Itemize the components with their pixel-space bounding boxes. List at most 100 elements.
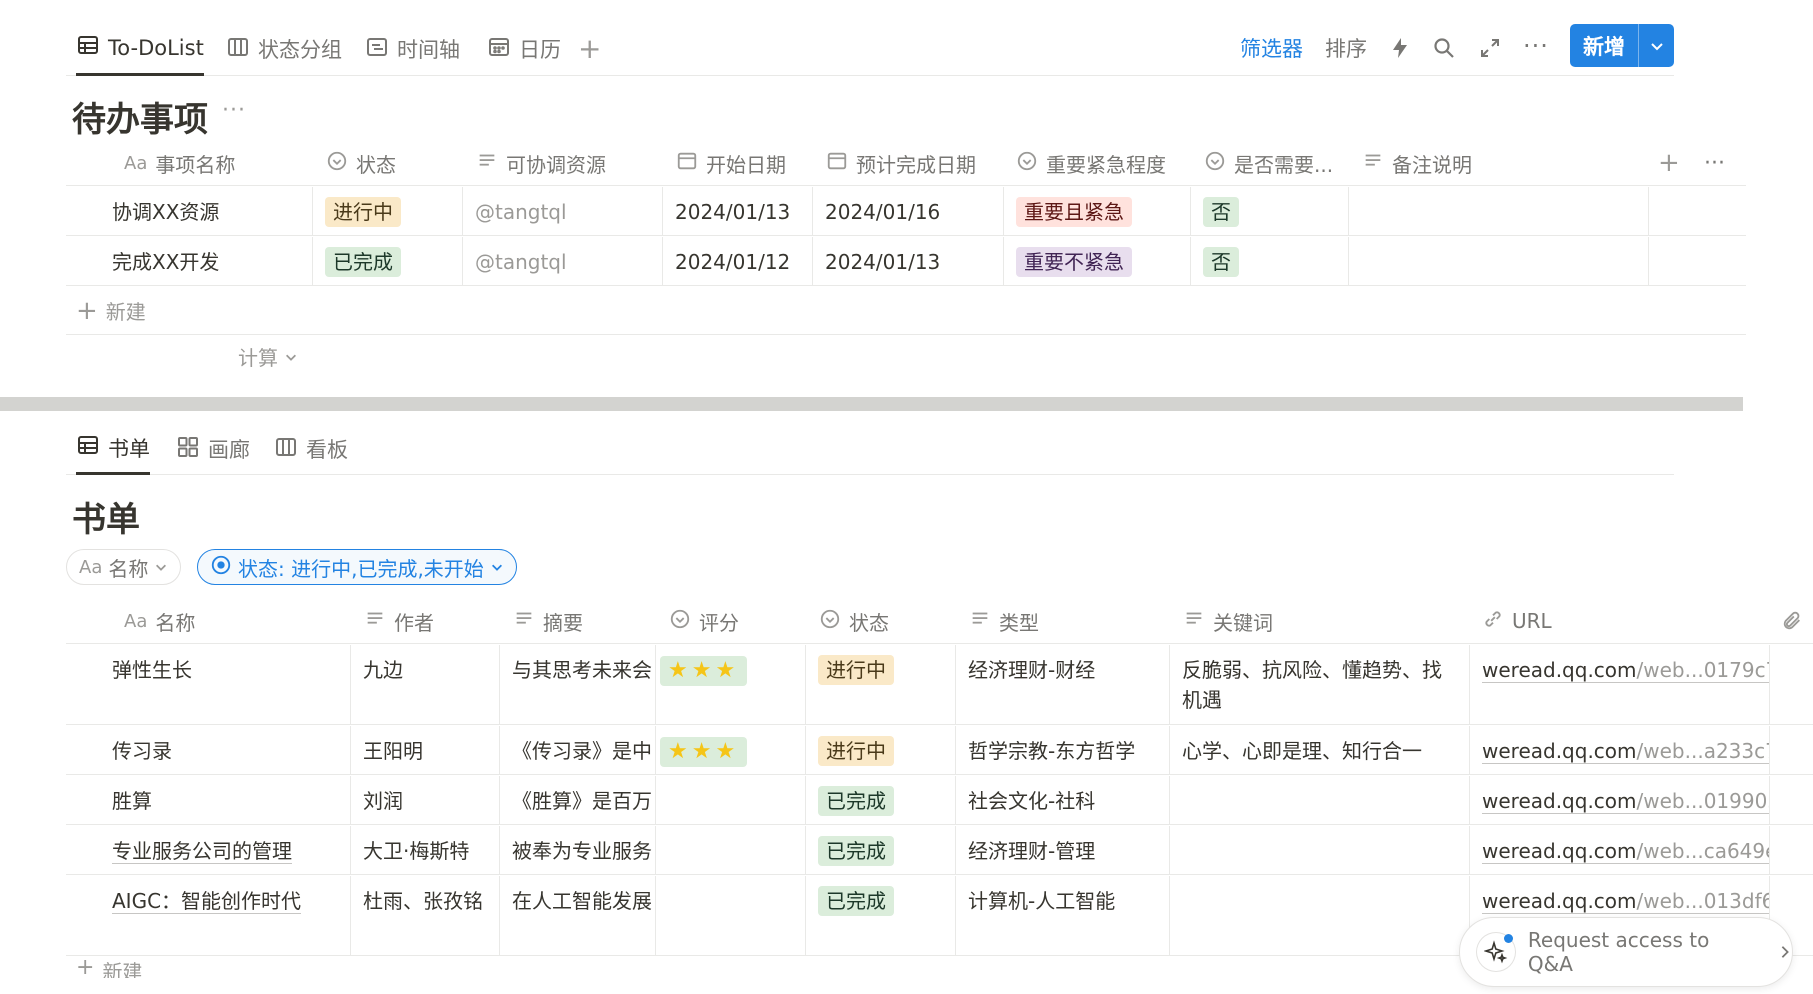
col-header-status[interactable]: 状态 xyxy=(819,598,959,644)
cell-start-date[interactable]: 2024/01/12 xyxy=(663,237,813,285)
cell-summary[interactable]: 与其思考未来会 xyxy=(500,645,656,724)
cell-type[interactable]: 社会文化-社科 xyxy=(956,776,1170,824)
cell-note[interactable] xyxy=(1349,237,1649,285)
cell-url[interactable]: weread.qq.com/web...a233c7 xyxy=(1470,726,1770,774)
table-row[interactable]: 传习录 王阳明 《传习录》是中 ★★★ 进行中 哲学宗教-东方哲学 心学、心即是… xyxy=(66,726,1813,775)
tab-calendar[interactable]: 日历 xyxy=(487,22,561,76)
tab-todolist[interactable]: To-DoList xyxy=(76,22,204,76)
col-header-type[interactable]: 类型 xyxy=(969,598,1169,644)
cell-type[interactable]: 经济理财-财经 xyxy=(956,645,1170,724)
filter-chip-status[interactable]: 状态: 进行中,已完成,未开始 xyxy=(197,549,517,585)
cell-keywords[interactable] xyxy=(1170,776,1470,824)
attachment-icon[interactable] xyxy=(1781,598,1811,644)
url-link[interactable]: weread.qq.com/web...0179c7 xyxy=(1482,658,1769,683)
url-link[interactable]: weread.qq.com/web...019905 xyxy=(1482,789,1769,814)
cell-author[interactable]: 王阳明 xyxy=(351,726,500,774)
col-header-rating[interactable]: 评分 xyxy=(669,598,809,644)
cell-status[interactable]: 进行中 xyxy=(313,187,463,235)
col-header-summary[interactable]: 摘要 xyxy=(513,598,663,644)
cell-name[interactable]: 胜算 xyxy=(66,776,351,824)
cell-end-date[interactable]: 2024/01/13 xyxy=(813,237,1004,285)
cell-type[interactable]: 哲学宗教-东方哲学 xyxy=(956,726,1170,774)
cell-author[interactable]: 刘润 xyxy=(351,776,500,824)
url-link[interactable]: weread.qq.com/web...013df6 xyxy=(1482,889,1769,914)
col-header-note[interactable]: 备注说明 xyxy=(1362,140,1542,186)
table-row[interactable]: 胜算 刘润 《胜算》是百万 已完成 社会文化-社科 weread.qq.com/… xyxy=(66,776,1813,825)
cell-summary[interactable]: 被奉为专业服务 xyxy=(500,826,656,874)
cell-status[interactable]: 进行中 xyxy=(806,645,956,724)
col-header-name[interactable]: Aa 名称 xyxy=(124,598,354,644)
cell-end-date[interactable]: 2024/01/16 xyxy=(813,187,1004,235)
cell-keywords[interactable]: 心学、心即是理、知行合一 xyxy=(1170,726,1470,774)
cell-rating[interactable]: ★★★ xyxy=(656,645,806,724)
filter-chip-name[interactable]: Aa 名称 xyxy=(66,549,182,585)
cell-status[interactable]: 已完成 xyxy=(806,876,956,955)
url-link[interactable]: weread.qq.com/web...a233c7 xyxy=(1482,739,1769,764)
column-more-icon[interactable]: ··· xyxy=(1704,140,1740,186)
table-row[interactable]: 弹性生长 九边 与其思考未来会 ★★★ 进行中 经济理财-财经 反脆弱、抗风险、… xyxy=(66,645,1813,725)
new-button[interactable]: 新增 xyxy=(1570,24,1674,67)
cell-note[interactable] xyxy=(1349,187,1649,235)
cell-status[interactable]: 已完成 xyxy=(806,826,956,874)
col-header-keywords[interactable]: 关键词 xyxy=(1183,598,1463,644)
cell-url[interactable]: weread.qq.com/web...0179c7 xyxy=(1470,645,1770,724)
tab-status-group[interactable]: 状态分组 xyxy=(226,22,342,76)
cell-url[interactable]: weread.qq.com/web...ca649e xyxy=(1470,826,1770,874)
cell-name[interactable]: 传习录 xyxy=(66,726,351,774)
cell-priority[interactable]: 重要且紧急 xyxy=(1004,187,1191,235)
cell-summary[interactable]: 在人工智能发展 xyxy=(500,876,656,955)
tab-timeline[interactable]: 时间轴 xyxy=(365,22,460,76)
tab-board[interactable]: 看板 xyxy=(274,423,348,475)
table-row[interactable]: 协调XX资源 进行中 @tangtql 2024/01/13 2024/01/1… xyxy=(66,187,1746,236)
cell-url[interactable]: weread.qq.com/web...019905 xyxy=(1470,776,1770,824)
page-link[interactable]: 专业服务公司的管理 xyxy=(112,839,292,864)
col-header-end-date[interactable]: 预计完成日期 xyxy=(826,140,1016,186)
cell-rating[interactable] xyxy=(656,826,806,874)
filter-button[interactable]: 筛选器 xyxy=(1240,28,1303,68)
cell-priority[interactable]: 重要不紧急 xyxy=(1004,237,1191,285)
cell-name[interactable]: 协调XX资源 xyxy=(66,187,312,235)
tab-booklist[interactable]: 书单 xyxy=(76,423,150,475)
new-row-button[interactable]: + 新建 xyxy=(66,958,666,978)
automation-bolt-icon[interactable] xyxy=(1388,28,1412,68)
cell-rating[interactable] xyxy=(656,876,806,955)
cell-resource[interactable]: @tangtql xyxy=(463,187,663,235)
cell-name[interactable]: 完成XX开发 xyxy=(66,237,312,285)
col-header-start-date[interactable]: 开始日期 xyxy=(676,140,826,186)
col-header-resource[interactable]: 可协调资源 xyxy=(476,140,666,186)
cell-rating[interactable]: ★★★ xyxy=(656,726,806,774)
cell-keywords[interactable] xyxy=(1170,876,1470,955)
col-header-need[interactable]: 是否需要... xyxy=(1204,140,1354,186)
table-row[interactable]: 专业服务公司的管理 大卫·梅斯特 被奉为专业服务 已完成 经济理财-管理 wer… xyxy=(66,826,1813,875)
add-column-button[interactable]: + xyxy=(1658,140,1688,186)
qa-request-button[interactable]: Request access to Q&A xyxy=(1459,917,1793,987)
cell-keywords[interactable]: 反脆弱、抗风险、懂趋势、找机遇 xyxy=(1170,645,1470,724)
cell-need[interactable]: 否 xyxy=(1191,187,1349,235)
calculate-button[interactable]: 计算 xyxy=(238,342,298,371)
cell-type[interactable]: 经济理财-管理 xyxy=(956,826,1170,874)
page-link[interactable]: AIGC：智能创作时代 xyxy=(112,889,302,914)
cell-author[interactable]: 大卫·梅斯特 xyxy=(351,826,500,874)
col-header-status[interactable]: 状态 xyxy=(326,140,466,186)
table-row[interactable]: 完成XX开发 已完成 @tangtql 2024/01/12 2024/01/1… xyxy=(66,237,1746,286)
cell-start-date[interactable]: 2024/01/13 xyxy=(663,187,813,235)
cell-summary[interactable]: 《传习录》是中 xyxy=(500,726,656,774)
cell-author[interactable]: 杜雨、张孜铭 xyxy=(351,876,500,955)
search-icon[interactable] xyxy=(1432,28,1456,68)
new-row-button[interactable]: + 新建 xyxy=(66,287,1746,335)
tab-gallery[interactable]: 画廊 xyxy=(176,423,250,475)
cell-type[interactable]: 计算机-人工智能 xyxy=(956,876,1170,955)
sort-button[interactable]: 排序 xyxy=(1325,28,1367,68)
cell-name[interactable]: 专业服务公司的管理 xyxy=(66,826,351,874)
col-header-name[interactable]: Aa 事项名称 xyxy=(124,140,314,186)
cell-need[interactable]: 否 xyxy=(1191,237,1349,285)
col-header-url[interactable]: URL xyxy=(1482,598,1742,644)
cell-status[interactable]: 已完成 xyxy=(806,776,956,824)
cell-rating[interactable] xyxy=(656,776,806,824)
cell-keywords[interactable] xyxy=(1170,826,1470,874)
url-link[interactable]: weread.qq.com/web...ca649e xyxy=(1482,839,1769,864)
cell-status[interactable]: 已完成 xyxy=(313,237,463,285)
cell-resource[interactable]: @tangtql xyxy=(463,237,663,285)
more-options-icon[interactable]: ··· xyxy=(1523,26,1549,66)
cell-status[interactable]: 进行中 xyxy=(806,726,956,774)
